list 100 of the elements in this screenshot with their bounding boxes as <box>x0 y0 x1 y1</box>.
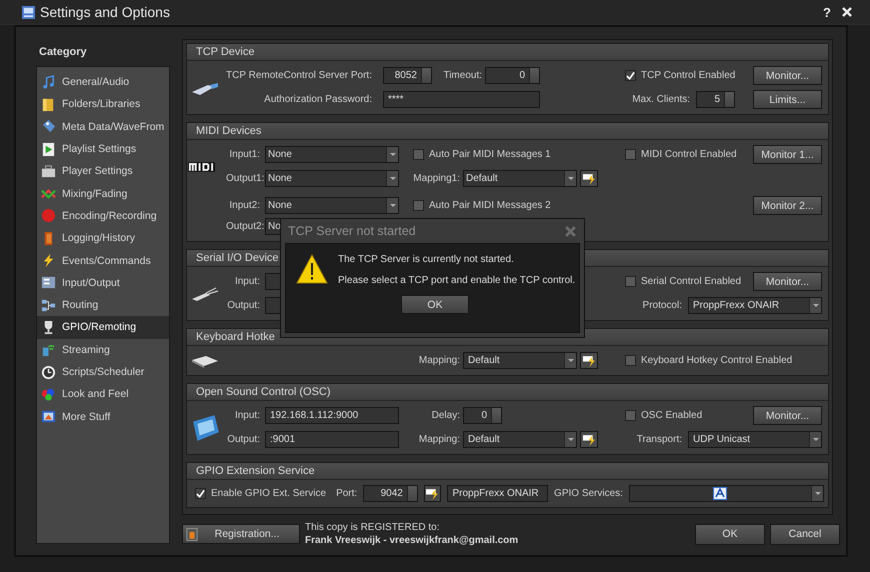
checkbox[interactable] <box>625 276 636 287</box>
category-item[interactable]: Streaming <box>37 338 169 361</box>
field-label: Input: <box>234 410 260 421</box>
checkbox-label: Keyboard Hotkey Control Enabled <box>641 355 792 366</box>
checkbox[interactable] <box>625 355 636 366</box>
music-note-icon <box>41 74 56 90</box>
dropdown[interactable]: None <box>265 170 399 187</box>
category-item[interactable]: Folders/Libraries <box>37 93 169 116</box>
field-label: Mapping1: <box>412 173 460 184</box>
lightning-button[interactable] <box>580 431 598 448</box>
dialog-message: The TCP Server is currently not started. <box>338 254 515 265</box>
service-name-field[interactable]: ProppFrexx ONAIR <box>447 485 548 502</box>
category-item[interactable]: More Stuff <box>37 405 169 428</box>
category-item[interactable]: Routing <box>37 294 169 316</box>
password-field[interactable]: **** <box>383 91 540 108</box>
checkbox[interactable] <box>413 200 424 211</box>
briefcase-icon <box>41 164 56 179</box>
limits-button[interactable]: Limits... <box>753 90 822 109</box>
registration-button[interactable]: Registration... <box>182 524 300 544</box>
tablet-icon <box>190 412 222 442</box>
input-field[interactable]: :9001 <box>265 431 399 448</box>
cancel-button[interactable]: Cancel <box>770 524 840 544</box>
registration-text: This copy is REGISTERED to: <box>305 521 440 534</box>
play-icon <box>41 142 56 157</box>
monitor-button[interactable]: Monitor... <box>753 406 822 425</box>
dropdown[interactable]: None <box>265 197 399 214</box>
category-item[interactable]: Events/Commands <box>37 249 169 272</box>
warning-icon <box>296 254 328 284</box>
delay-spinner[interactable]: 0 <box>463 407 502 424</box>
dropdown[interactable]: Default <box>463 170 577 187</box>
ok-button[interactable]: OK <box>401 295 469 314</box>
category-item[interactable]: Player Settings <box>37 160 169 182</box>
category-item[interactable]: GPIO/Remoting <box>37 316 169 339</box>
dropdown[interactable]: Default <box>463 431 577 448</box>
category-item[interactable]: General/Audio <box>37 71 169 94</box>
monitor-button[interactable]: Monitor 1... <box>753 145 822 164</box>
section-header: MIDI Devices <box>187 123 828 140</box>
category-item[interactable]: Mixing/Fading <box>37 182 169 205</box>
checkbox-label: OSC Enabled <box>641 410 702 421</box>
section-header: GPIO Extension Service <box>187 463 828 480</box>
field-label: Port: <box>336 488 358 499</box>
category-item[interactable]: Input/Output <box>37 272 169 294</box>
lightning-button[interactable] <box>580 170 598 187</box>
input-field[interactable]: 192.168.1.112:9000 <box>265 407 399 424</box>
checkbox[interactable] <box>625 70 636 81</box>
dropdown[interactable] <box>628 485 824 502</box>
lock-icon <box>186 526 198 542</box>
checkbox-label: TCP Control Enabled <box>641 70 736 81</box>
image-icon <box>41 409 56 424</box>
category-item[interactable]: Encoding/Recording <box>37 204 169 228</box>
field-label: Output: <box>226 434 260 445</box>
record-icon <box>41 208 56 224</box>
dropdown[interactable]: Default <box>463 352 577 369</box>
monitor-button[interactable]: Monitor... <box>753 66 822 85</box>
field-label: Mapping: <box>418 355 460 366</box>
dropdown[interactable]: ProppFrexx ONAIR <box>688 297 822 314</box>
timeout-spinner[interactable]: 0 <box>485 67 540 84</box>
dialog-message: Please select a TCP port and enable the TCP control. <box>338 275 576 286</box>
monitor-button[interactable]: Monitor 2... <box>753 196 822 215</box>
monitor-button[interactable]: Monitor... <box>753 272 822 291</box>
field-label: GPIO Services: <box>554 488 623 499</box>
checkbox[interactable] <box>413 149 424 160</box>
category-item[interactable]: Meta Data/WaveFrom <box>37 116 169 138</box>
category-item[interactable]: Scripts/Scheduler <box>37 360 169 384</box>
dialog-title: TCP Server not started <box>288 224 416 238</box>
category-item[interactable]: Playlist Settings <box>37 138 169 160</box>
field-label: Protocol: <box>642 300 682 311</box>
checkbox-label: Auto Pair MIDI Messages 1 <box>429 149 551 160</box>
port-spinner[interactable]: 8052 <box>383 67 432 84</box>
routing-icon <box>41 298 56 313</box>
dropdown[interactable]: None <box>265 146 399 163</box>
max-clients-spinner[interactable]: 5 <box>696 91 735 108</box>
field-label: TCP RemoteControl Server Port: <box>226 70 372 81</box>
checkbox[interactable] <box>195 488 206 499</box>
field-label: Input2: <box>228 200 260 211</box>
field-label: Transport: <box>636 434 682 445</box>
field-label: Timeout: <box>442 70 483 81</box>
document-icon <box>713 487 728 500</box>
clock-icon <box>41 364 56 380</box>
field-label: Mapping: <box>418 434 460 445</box>
checkbox-label: Auto Pair MIDI Messages 2 <box>429 200 551 211</box>
checkbox-label: Enable GPIO Ext. Service <box>211 488 326 499</box>
ok-button[interactable]: OK <box>695 524 765 544</box>
checkbox-label: MIDI Control Enabled <box>641 149 737 160</box>
app-icon <box>22 6 35 18</box>
signal-icon <box>41 342 56 358</box>
checkbox[interactable] <box>625 149 636 160</box>
panel-icon <box>41 275 56 290</box>
category-item[interactable]: Logging/History <box>37 227 169 250</box>
dropdown[interactable]: UDP Unicast <box>688 431 822 448</box>
field-label: Authorization Password: <box>263 94 372 105</box>
checkbox[interactable] <box>625 410 636 421</box>
field-label: Delay: <box>430 410 460 421</box>
category-item[interactable]: Look and Feel <box>37 383 169 406</box>
field-label: Output: <box>226 300 260 311</box>
port-spinner[interactable]: 9042 <box>363 485 418 502</box>
help-button[interactable]: ? <box>823 4 831 20</box>
lightning-button[interactable] <box>424 485 442 502</box>
palette-icon <box>41 386 56 402</box>
lightning-button[interactable] <box>580 352 598 369</box>
